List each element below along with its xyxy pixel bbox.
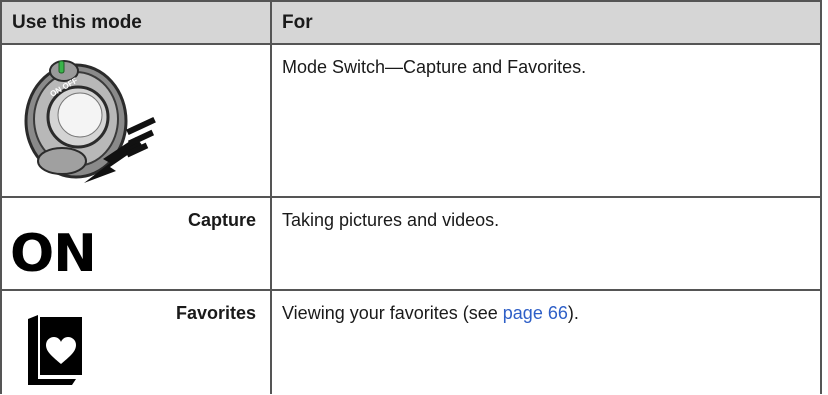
table-row: ON Capture Taking pictures and videos. [2,198,820,291]
description-text-end: ). [567,303,579,323]
mode-label-favorites: Favorites [175,303,256,323]
header-for: For [282,12,313,33]
row-description: Viewing your favorites (see page 66). [282,303,579,324]
header-use-this-mode: Use this mode [12,12,142,33]
mode-label-capture: Capture [187,210,256,230]
table-row: ON OFF Mode Switch—Capture and Favorites… [2,45,820,198]
column-divider [270,291,272,394]
column-divider [270,198,272,289]
description-text: Viewing your favorites (see [282,303,503,323]
table-header-row: Use this mode For [2,0,820,45]
on-text-icon: ON [10,224,97,284]
table-row: Favorites Viewing your favorites (see pa… [2,291,820,394]
mode-switch-dial-icon: ON OFF [24,60,156,183]
favorites-heart-icon [28,315,82,385]
row-description: Mode Switch—Capture and Favorites. [282,57,587,77]
mode-table: Use this mode For ON OFF Mode Switch—Cap… [0,0,822,394]
row-description: Taking pictures and videos. [282,210,500,230]
column-divider [270,45,272,196]
column-divider [270,2,272,43]
page-66-link[interactable]: page 66 [503,303,568,323]
